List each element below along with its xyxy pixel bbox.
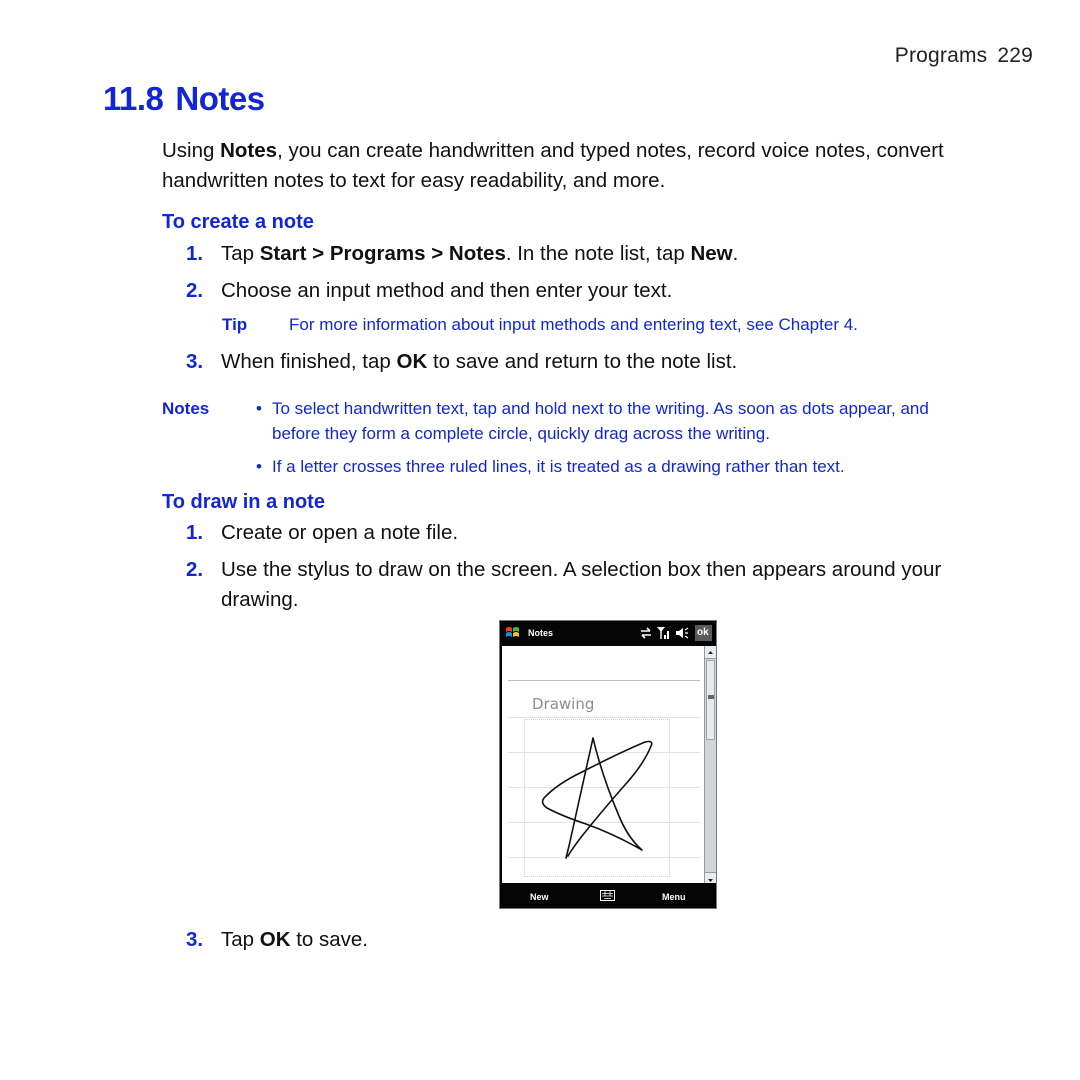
create-step-3: 3. When finished, tap OK to save and ret…	[186, 347, 986, 377]
notes-label: Notes	[162, 399, 210, 418]
draw-step-2: 2. Use the stylus to draw on the screen.…	[186, 555, 986, 615]
phone-menu-bar: New Menu	[500, 883, 716, 908]
step-text: Choose an input method and then enter yo…	[221, 279, 673, 302]
step-number: 1.	[186, 242, 204, 265]
note-item: If a letter crosses three ruled lines, i…	[272, 457, 845, 476]
phone-screenshot: Notes ok Drawing New Menu	[499, 620, 717, 909]
step-number: 3.	[186, 350, 204, 373]
create-note-heading: To create a note	[162, 211, 314, 233]
ok-button[interactable]: ok	[695, 625, 712, 641]
step-text: Create or open a note file.	[221, 521, 459, 544]
step-text: When finished, tap OK to save and return…	[221, 350, 738, 373]
create-step-2: 2. Choose an input method and then enter…	[186, 276, 986, 306]
step-text: Tap OK to save.	[221, 928, 368, 951]
tip-text: For more information about input methods…	[289, 315, 858, 334]
section-title: Notes	[175, 80, 265, 117]
note-item: To select handwritten text, tap and hold…	[272, 399, 929, 443]
intro-text-pre: Using	[162, 139, 221, 162]
step-number: 2.	[186, 279, 204, 302]
draw-note-heading: To draw in a note	[162, 491, 325, 513]
connectivity-icon[interactable]	[640, 627, 652, 639]
scroll-up-button[interactable]	[705, 646, 716, 659]
tip-box: Tip For more information about input met…	[222, 313, 1002, 337]
note-canvas[interactable]: Drawing	[502, 646, 704, 904]
bullet-icon: •	[256, 457, 262, 476]
phone-title-bar: Notes ok	[500, 621, 716, 646]
scroll-thumb[interactable]	[706, 660, 715, 740]
step-number: 2.	[186, 558, 204, 581]
scrollbar[interactable]	[704, 646, 716, 885]
menu-softkey[interactable]: Menu	[662, 892, 686, 902]
running-head-section: Programs	[894, 44, 988, 67]
running-head: Programs 229	[895, 44, 1033, 68]
windows-start-icon[interactable]	[505, 626, 520, 640]
new-softkey[interactable]: New	[530, 892, 549, 902]
keyboard-icon[interactable]	[600, 890, 615, 901]
intro-text-post: , you can create handwritten and typed n…	[162, 139, 944, 192]
step-number: 1.	[186, 521, 204, 544]
section-number: 11.8	[103, 80, 164, 117]
tip-label: Tip	[222, 315, 248, 334]
create-step-1: 1. Tap Start > Programs > Notes. In the …	[186, 239, 986, 269]
signal-icon[interactable]	[657, 626, 670, 640]
star-drawing	[541, 737, 653, 859]
phone-app-title: Notes	[528, 628, 554, 638]
draw-step-3: 3. Tap OK to save.	[186, 925, 686, 955]
volume-icon[interactable]	[675, 626, 689, 640]
intro-text-bold: Notes	[220, 139, 278, 162]
step-text: Use the stylus to draw on the screen. A …	[221, 558, 942, 611]
step-number: 3.	[186, 928, 204, 951]
draw-step-1: 1. Create or open a note file.	[186, 518, 986, 548]
page-number: 229	[997, 44, 1033, 67]
ok-label: ok	[697, 627, 709, 638]
bullet-icon: •	[256, 399, 262, 418]
section-heading: 11.8 Notes	[103, 80, 265, 118]
intro-paragraph: Using Notes, you can create handwritten …	[162, 136, 962, 196]
step-text: Tap Start > Programs > Notes. In the not…	[221, 242, 739, 265]
notes-box: Notes • To select handwritten text, tap …	[162, 396, 982, 486]
